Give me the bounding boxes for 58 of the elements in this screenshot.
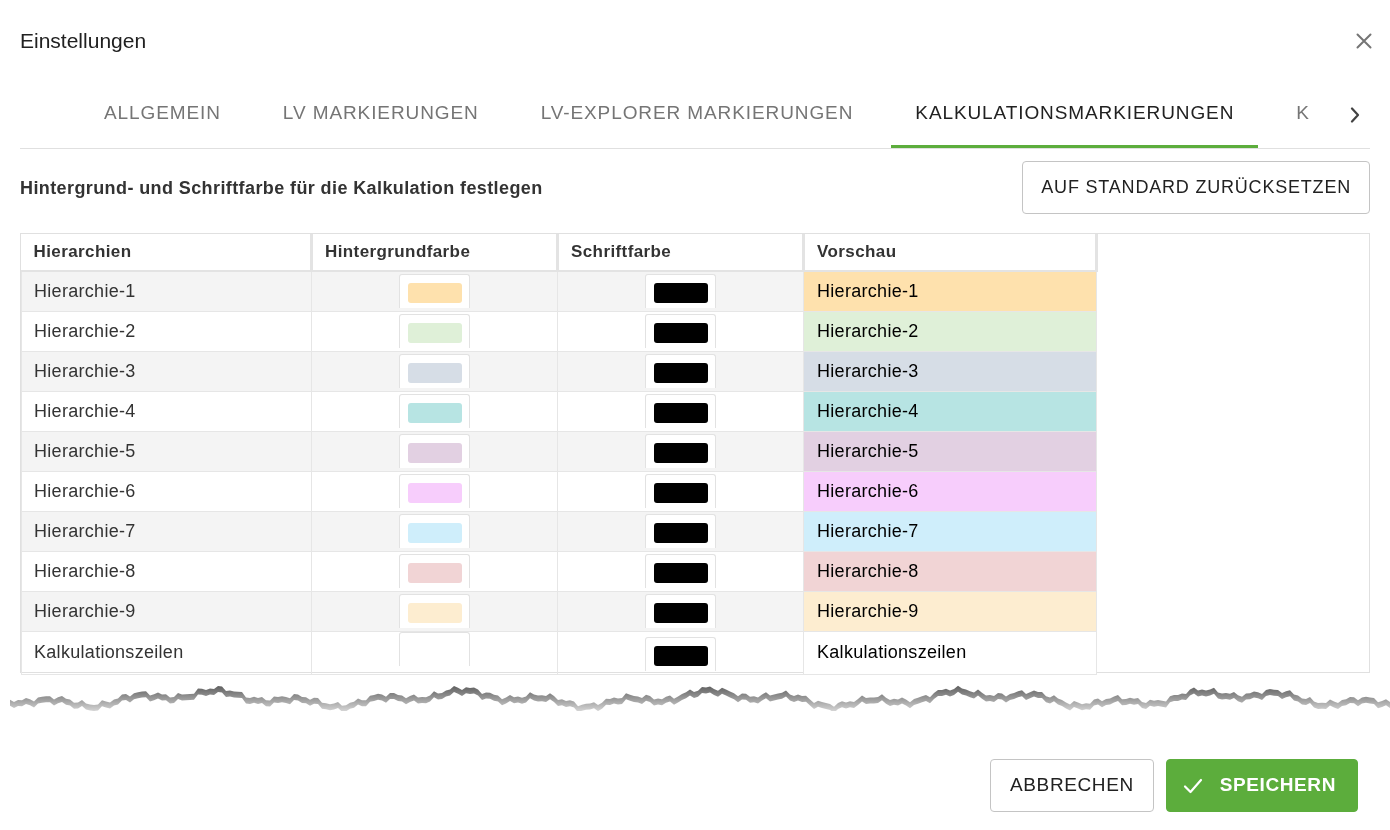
check-icon [1182, 777, 1203, 794]
cancel-button[interactable]: ABBRECHEN [990, 759, 1154, 812]
text-color-picker[interactable] [645, 513, 716, 548]
background-color-picker[interactable] [399, 433, 470, 468]
preview-cell: Hierarchie-3 [803, 351, 1097, 391]
table-cell: Hierarchie-9 [21, 591, 312, 631]
table-cell: Hierarchie-4 [21, 391, 312, 431]
close-button[interactable] [1354, 31, 1374, 51]
tab[interactable]: LV-EXPLORER MARKIERUNGEN [516, 82, 878, 148]
text-color-picker[interactable] [645, 636, 716, 671]
preview-cell: Hierarchie-8 [803, 551, 1097, 591]
background-color-picker[interactable] [399, 631, 470, 666]
tab[interactable]: KALKULATIONSMARKIERUNGEN [891, 82, 1259, 148]
text-color-picker[interactable] [645, 593, 716, 628]
dialog-title: Einstellungen [20, 28, 147, 54]
close-icon [1356, 33, 1372, 49]
text-color-picker[interactable] [645, 553, 716, 588]
text-color-picker[interactable] [645, 473, 716, 508]
preview-cell: Hierarchie-9 [803, 591, 1097, 631]
background-color-picker[interactable] [399, 393, 470, 428]
background-color-picker[interactable] [399, 313, 470, 348]
table-cell: Hierarchie-1 [21, 271, 312, 311]
preview-cell: Hierarchie-7 [803, 511, 1097, 551]
table-cell: Hierarchie-3 [21, 351, 312, 391]
reset-to-default-button[interactable]: AUF STANDARD ZURÜCKSETZEN [1022, 161, 1370, 214]
background-color-picker[interactable] [399, 473, 470, 508]
tab[interactable]: LV MARKIERUNGEN [258, 82, 503, 148]
text-color-picker[interactable] [645, 273, 716, 308]
preview-cell: Hierarchie-5 [803, 431, 1097, 471]
chevron-right-icon [1349, 107, 1360, 123]
preview-cell: Hierarchie-6 [803, 471, 1097, 511]
background-color-picker[interactable] [399, 273, 470, 308]
preview-cell: Hierarchie-4 [803, 391, 1097, 431]
column-header: Hierarchien [21, 234, 312, 271]
text-color-picker[interactable] [645, 353, 716, 388]
save-button[interactable]: SPEICHERN [1165, 759, 1358, 812]
background-color-picker[interactable] [399, 513, 470, 548]
tab[interactable]: ALLGEMEIN [80, 82, 245, 148]
text-color-picker[interactable] [645, 313, 716, 348]
table-cell: Hierarchie-7 [21, 511, 312, 551]
table-cell: Hierarchie-5 [21, 431, 312, 471]
table-cell: Hierarchie-8 [21, 551, 312, 591]
column-header: Schriftfarbe [557, 234, 804, 271]
text-color-picker[interactable] [645, 393, 716, 428]
column-header: Vorschau [803, 234, 1097, 271]
table-cell: Kalkulationszeilen [21, 631, 312, 674]
table-cell: Hierarchie-6 [21, 471, 312, 511]
description-text: Hintergrund- und Schriftfarbe für die Kalkulation festlegen [20, 177, 543, 200]
background-color-picker[interactable] [399, 593, 470, 628]
preview-cell: Hierarchie-1 [803, 271, 1097, 311]
background-color-picker[interactable] [399, 353, 470, 388]
preview-cell: Hierarchie-2 [803, 311, 1097, 351]
tab[interactable]: K [1272, 82, 1334, 148]
table-cell: Hierarchie-2 [21, 311, 312, 351]
text-color-picker[interactable] [645, 433, 716, 468]
column-header: Hintergrundfarbe [311, 234, 558, 271]
preview-cell: Kalkulationszeilen [803, 631, 1097, 674]
background-color-picker[interactable] [399, 553, 470, 588]
